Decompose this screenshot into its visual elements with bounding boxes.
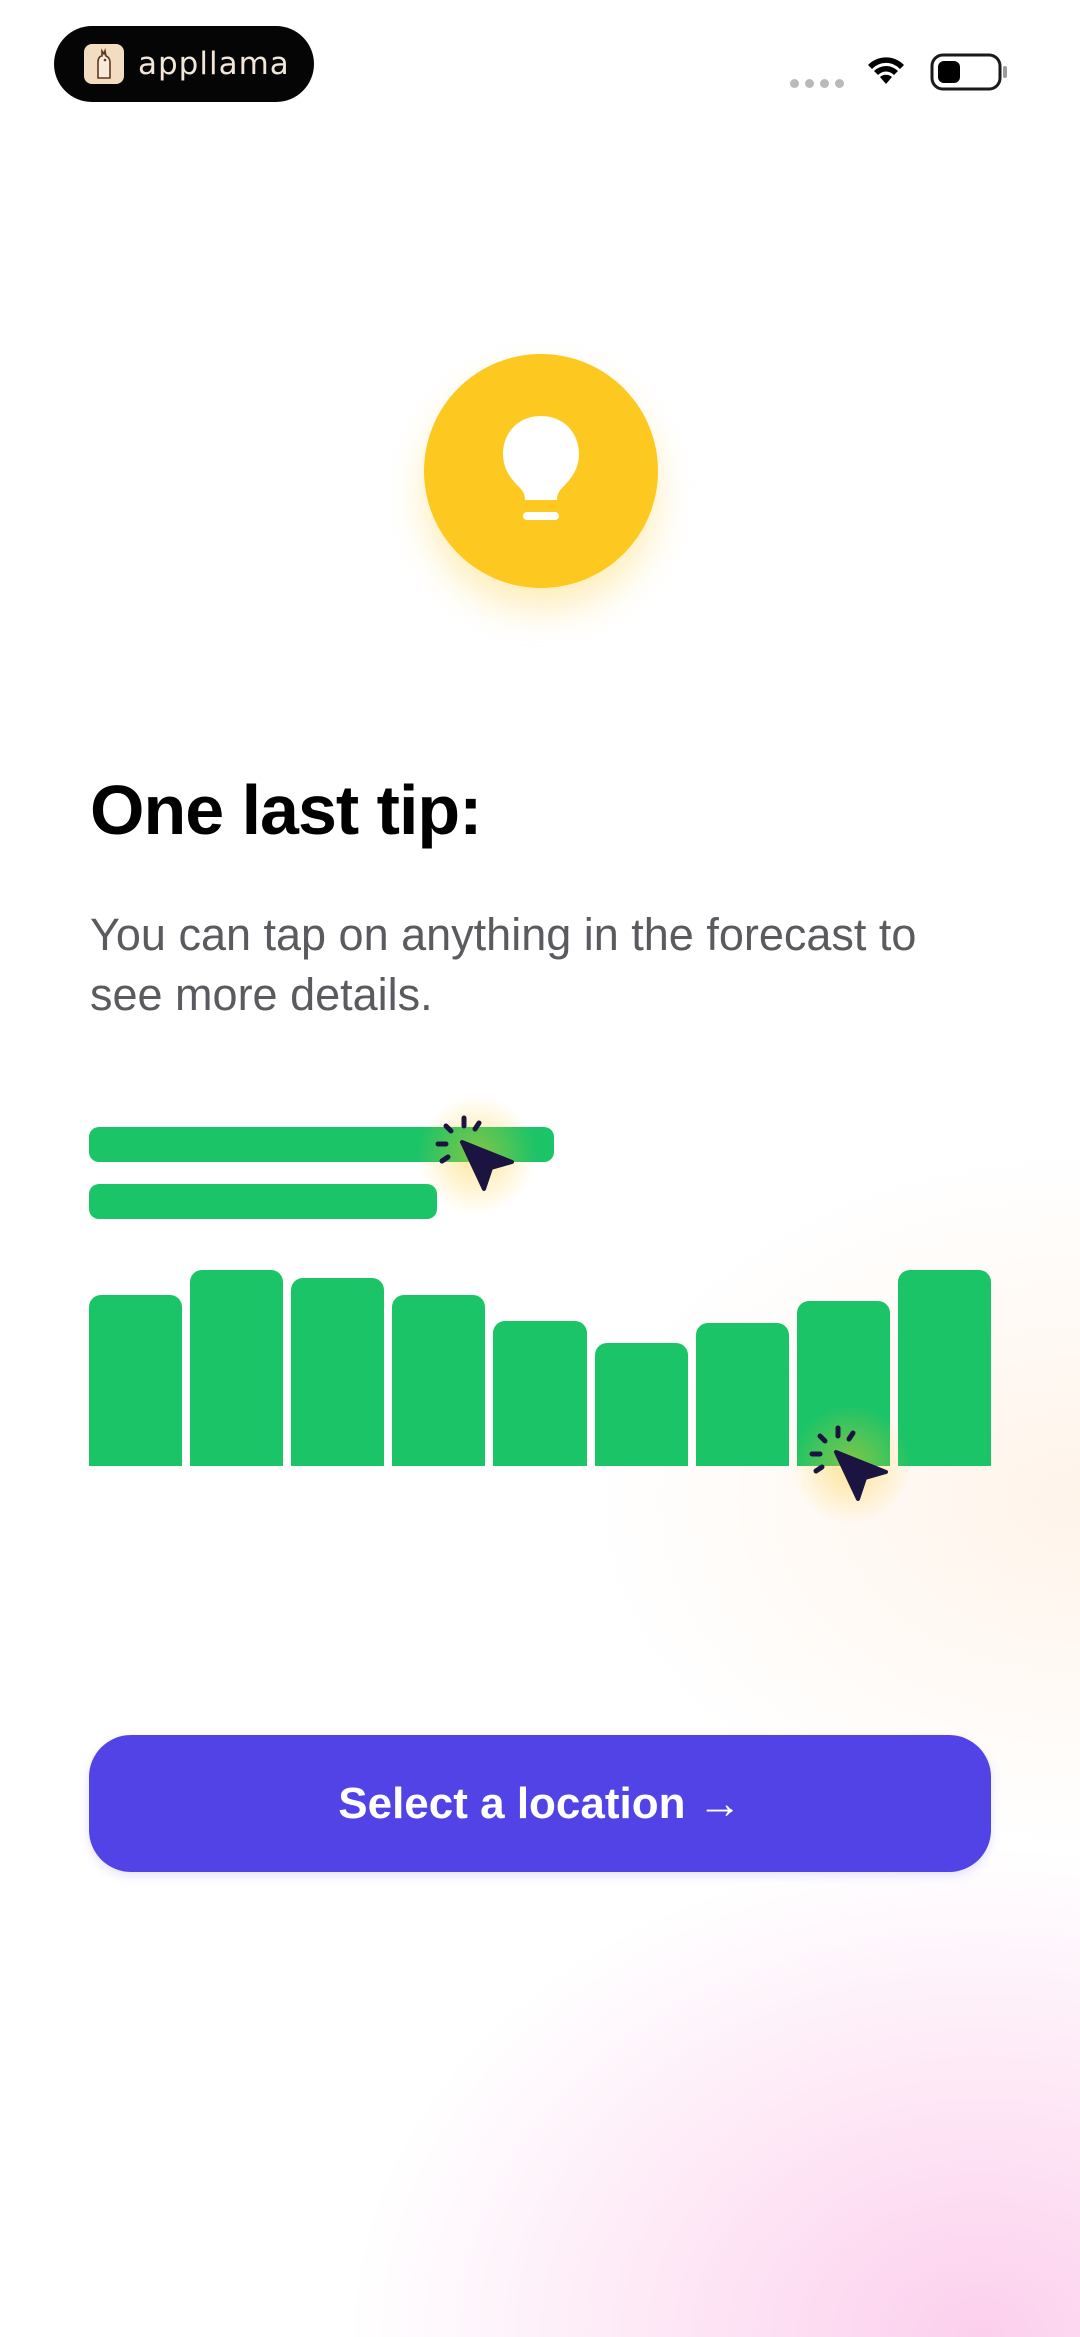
tap-cursor-icon (809, 1425, 888, 1501)
app-badge: appllama (54, 26, 314, 102)
forecast-column[interactable] (190, 1270, 284, 1466)
forecast-column[interactable] (493, 1320, 587, 1466)
tap-cursor-icon (435, 1115, 514, 1191)
forecast-column[interactable] (594, 1342, 688, 1466)
forecast-column[interactable] (89, 1295, 183, 1466)
tip-description: You can tap on anything in the forecast … (90, 909, 917, 1020)
battery-icon (930, 53, 1007, 91)
status-bar: appllama (0, 0, 1080, 120)
select-location-button[interactable]: Select a location → (89, 1735, 991, 1872)
forecast-column[interactable] (695, 1322, 789, 1466)
app-brand-name: appllama (138, 46, 290, 82)
llama-logo-icon (84, 44, 124, 84)
signal-dots-icon (790, 79, 844, 88)
wifi-icon (868, 57, 904, 84)
forecast-column[interactable] (392, 1295, 486, 1466)
lightbulb-icon (503, 416, 579, 520)
forecast-row-bar[interactable] (89, 1184, 437, 1219)
tip-title: One last tip: (90, 771, 482, 849)
lightbulb-badge (424, 354, 658, 588)
forecast-column[interactable] (291, 1277, 385, 1466)
forecast-column[interactable] (897, 1270, 991, 1466)
